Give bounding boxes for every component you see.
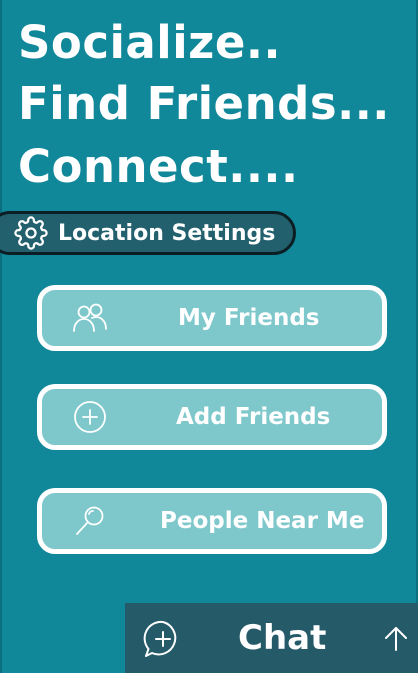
headline-find-friends: Find Friends...: [18, 77, 390, 130]
people-near-me-button[interactable]: People Near Me: [37, 488, 387, 554]
plus-circle-icon: [70, 397, 110, 437]
chat-bar[interactable]: Chat: [125, 603, 418, 673]
people-near-me-label: People Near Me: [160, 508, 365, 534]
app-screen: Socialize.. Find Friends... Connect.... …: [0, 0, 418, 673]
headline-connect: Connect....: [18, 140, 299, 193]
chat-plus-icon[interactable]: [143, 619, 183, 659]
gear-icon: [13, 215, 49, 251]
chat-label: Chat: [238, 618, 327, 658]
add-friends-button[interactable]: Add Friends: [37, 384, 387, 450]
arrow-up-icon[interactable]: [382, 625, 410, 653]
add-friends-label: Add Friends: [176, 404, 331, 430]
search-icon: [70, 501, 110, 541]
my-friends-button[interactable]: My Friends: [37, 285, 387, 351]
location-settings-label: Location Settings: [58, 220, 276, 246]
my-friends-label: My Friends: [178, 305, 320, 331]
headline-socialize: Socialize..: [18, 16, 282, 69]
people-icon: [70, 298, 110, 338]
location-settings-button[interactable]: Location Settings: [0, 211, 296, 255]
